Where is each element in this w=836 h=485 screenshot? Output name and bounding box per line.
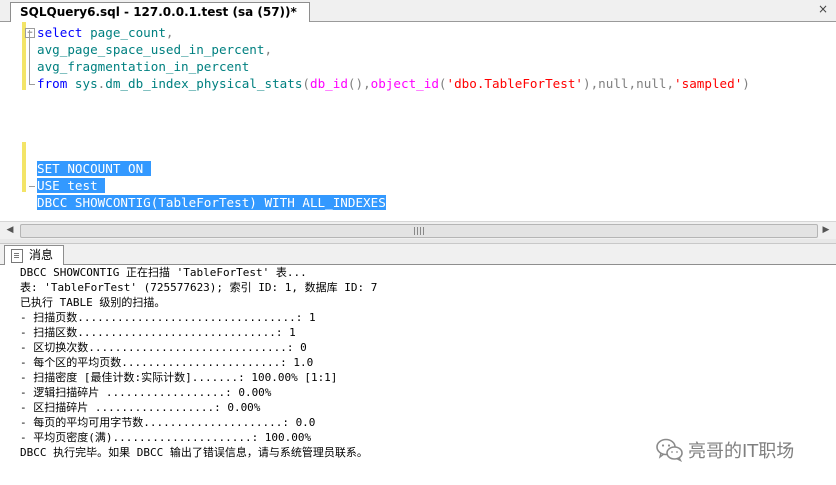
message-line: - 每页的平均可用字节数.....................: 0.0 bbox=[20, 416, 316, 429]
editor-margin bbox=[0, 22, 23, 221]
code-token: , bbox=[628, 76, 637, 91]
wechat-icon bbox=[656, 438, 684, 463]
outline-tick bbox=[29, 84, 35, 85]
code-token: from bbox=[37, 76, 75, 91]
code-line[interactable]: SET NOCOUNT ON bbox=[37, 160, 750, 177]
messages-output: DBCC SHOWCONTIG 正在扫描 'TableForTest' 表...… bbox=[20, 265, 377, 460]
code-line[interactable] bbox=[37, 143, 750, 160]
message-line: DBCC 执行完毕。如果 DBCC 输出了错误信息，请与系统管理员联系。 bbox=[20, 446, 368, 459]
code-line[interactable]: avg_page_space_used_in_percent, bbox=[37, 41, 750, 58]
results-tab-bar: 消息 bbox=[0, 244, 836, 265]
code-token: ), bbox=[583, 76, 599, 91]
editor-horizontal-scrollbar[interactable]: ◀ ▶ bbox=[0, 221, 836, 239]
code-token: ) bbox=[742, 76, 750, 91]
document-tab-strip: SQLQuery6.sql - 127.0.0.1.test (sa (57))… bbox=[0, 0, 836, 22]
code-text[interactable]: select page_count, avg_page_space_used_in… bbox=[37, 24, 750, 211]
messages-tab-label: 消息 bbox=[29, 248, 54, 262]
code-line[interactable] bbox=[37, 126, 750, 143]
query-document-tab[interactable]: SQLQuery6.sql - 127.0.0.1.test (sa (57))… bbox=[10, 2, 310, 22]
selected-code-token: SET NOCOUNT ON bbox=[37, 161, 151, 176]
code-token: select bbox=[37, 25, 91, 40]
code-token: , bbox=[264, 42, 273, 57]
code-line[interactable]: USE test bbox=[37, 177, 750, 194]
code-token: (), bbox=[347, 76, 371, 91]
message-line: - 每个区的平均页数........................: 1.0 bbox=[20, 356, 314, 369]
code-token: avg_fragmentation_in_percent bbox=[37, 59, 250, 74]
code-token: db_id bbox=[310, 76, 348, 91]
message-line: - 逻辑扫描碎片 ..................: 0.00% bbox=[20, 386, 272, 399]
code-line[interactable] bbox=[37, 92, 750, 109]
code-token: , bbox=[165, 25, 174, 40]
message-line: DBCC SHOWCONTIG 正在扫描 'TableForTest' 表... bbox=[20, 266, 307, 279]
query-editor[interactable]: − select page_count,avg_page_space_used_… bbox=[0, 22, 836, 221]
code-token: null bbox=[636, 76, 667, 91]
message-line: 表: 'TableForTest' (725577623); 索引 ID: 1,… bbox=[20, 281, 378, 294]
code-token: 'sampled' bbox=[674, 76, 743, 91]
code-token: ( bbox=[438, 76, 447, 91]
selected-code-token: USE test bbox=[37, 178, 106, 193]
message-line: - 平均页密度(满).....................: 100.00% bbox=[20, 431, 312, 444]
message-line: - 扫描页数.................................:… bbox=[20, 311, 316, 324]
message-line: - 区扫描碎片 ..................: 0.00% bbox=[20, 401, 261, 414]
code-token: ( bbox=[302, 76, 310, 91]
code-token: page_count bbox=[90, 25, 166, 40]
code-token: dm_db_index_physical_stats bbox=[105, 76, 303, 91]
watermark-text: 亮哥的IT职场 bbox=[688, 441, 795, 462]
messages-tab[interactable]: 消息 bbox=[4, 245, 64, 265]
scroll-left-icon[interactable]: ◀ bbox=[3, 224, 17, 237]
message-line: 已执行 TABLE 级别的扫描。 bbox=[20, 296, 166, 309]
messages-icon bbox=[11, 249, 23, 263]
code-token: avg_page_space_used_in_percent bbox=[37, 42, 265, 57]
code-token: 'dbo.TableForTest' bbox=[446, 76, 583, 91]
code-token: sys bbox=[74, 76, 98, 91]
code-line[interactable]: select page_count, bbox=[37, 24, 750, 41]
code-token: object_id bbox=[370, 76, 439, 91]
code-line[interactable]: avg_fragmentation_in_percent bbox=[37, 58, 750, 75]
message-line: - 扫描密度 [最佳计数:实际计数].......: 100.00% [1:1] bbox=[20, 371, 338, 384]
scroll-right-icon[interactable]: ▶ bbox=[819, 224, 833, 237]
collapse-outline-icon[interactable]: − bbox=[25, 28, 35, 38]
outline-tick bbox=[29, 186, 35, 187]
message-line: - 扫描区数..............................: 1 bbox=[20, 326, 296, 339]
code-line[interactable] bbox=[37, 109, 750, 126]
code-token: , bbox=[666, 76, 675, 91]
close-tab-icon[interactable]: × bbox=[816, 2, 830, 16]
scrollbar-thumb[interactable] bbox=[20, 224, 818, 238]
grip-icon bbox=[414, 227, 424, 235]
code-line[interactable]: from sys.dm_db_index_physical_stats(db_i… bbox=[37, 75, 750, 92]
query-tab-title: SQLQuery6.sql - 127.0.0.1.test (sa (57))… bbox=[20, 5, 297, 19]
watermark: 亮哥的IT职场 bbox=[656, 436, 794, 464]
outline-line bbox=[29, 30, 30, 85]
code-line[interactable]: DBCC SHOWCONTIG(TableForTest) WITH ALL_I… bbox=[37, 194, 750, 211]
selected-code-token: DBCC SHOWCONTIG(TableForTest) WITH ALL_I… bbox=[37, 195, 386, 210]
message-line: - 区切换次数..............................: 0 bbox=[20, 341, 307, 354]
change-indicator-bar bbox=[22, 142, 26, 192]
code-token: null bbox=[598, 76, 629, 91]
